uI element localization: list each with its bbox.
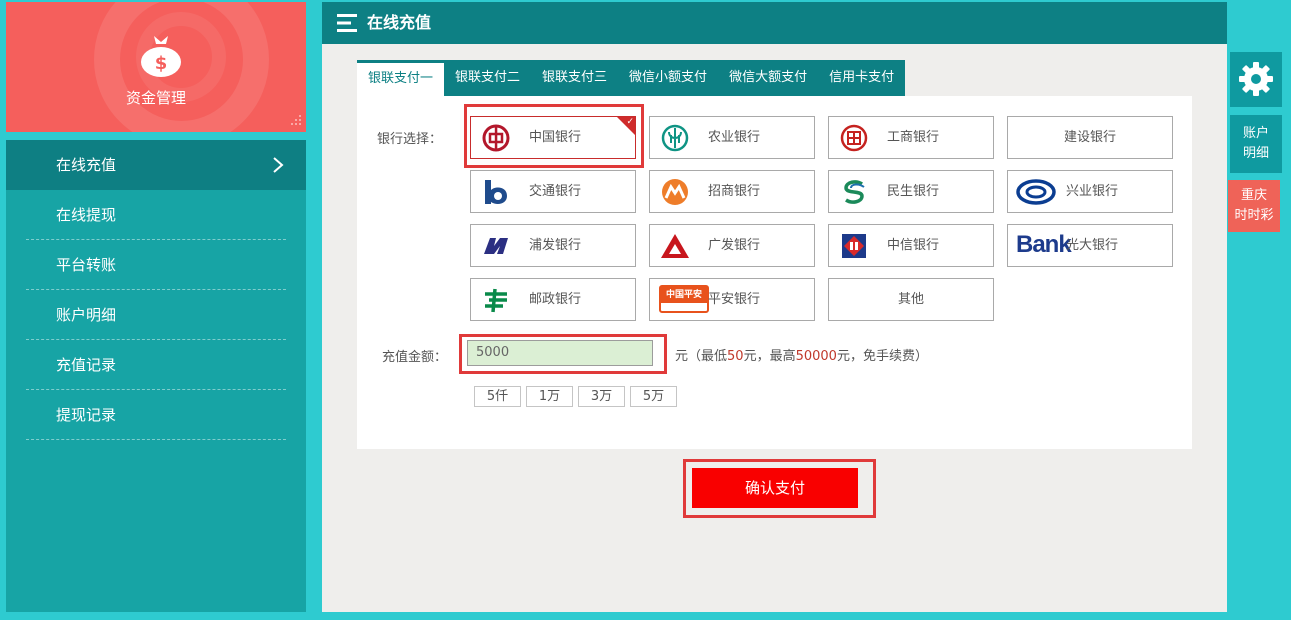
sidebar-item-label: 充值记录 [56,356,117,374]
chongqing-lottery-shortcut[interactable]: 重庆 时时彩 [1228,180,1280,232]
page-title: 在线充值 [367,13,432,32]
bank-option-bocom[interactable]: 交通银行 [470,170,636,213]
boc-icon [482,124,510,152]
bank-name: 广发银行 [708,238,761,253]
shortcut-label: 重庆 [1240,188,1267,203]
cib-icon [1016,179,1056,205]
bank-name: 邮政银行 [529,292,582,307]
bank-name: 建设银行 [1063,130,1116,145]
bank-name: 农业银行 [708,130,761,145]
sidebar-item-label: 平台转账 [56,256,117,274]
bank-option-cgb[interactable]: 广发银行 [649,224,815,267]
pingan-icon: 中国平安 [659,285,709,313]
bank-option-citic[interactable]: 中信银行 [828,224,994,267]
gear-icon [1239,62,1273,96]
money-bag-icon: $ [141,36,181,77]
pingan-logo-text: 中国平安 [661,287,707,303]
checkmark-icon: ✓ [626,117,634,127]
shortcut-label: 账户 [1242,126,1269,141]
bank-option-ccb[interactable]: 建设银行 [1007,116,1173,159]
quick-amount-5k[interactable]: 5仟 [474,386,521,407]
sidebar-item-transfer[interactable]: 平台转账 [6,240,306,290]
sidebar-item-label: 账户明细 [56,306,117,324]
bank-select-label: 银行选择： [377,132,443,147]
bank-option-other[interactable]: 其他 [828,278,994,321]
hint-text: 元，最高 [743,349,796,364]
sidebar-item-withdraw[interactable]: 在线提现 [6,190,306,240]
sidebar-item-account-detail[interactable]: 账户明细 [6,290,306,340]
bank-option-cmbc[interactable]: 民生银行 [828,170,994,213]
bank-option-abc[interactable]: 农业银行 [649,116,815,159]
main-panel: 在线充值 银联支付一 银联支付二 银联支付三 微信小额支付 微信大额支付 信用卡… [322,2,1227,612]
cmbc-icon [844,180,865,204]
bank-name: 民生银行 [887,184,940,199]
panel-header: 在线充值 [322,2,1227,44]
sidebar-item-online-recharge[interactable]: 在线充值 [6,140,306,190]
sidebar-item-label: 提现记录 [56,406,117,424]
bank-name: 中信银行 [887,238,940,253]
bank-name: 浦发银行 [529,238,582,253]
sidebar-item-label: 在线提现 [56,206,117,224]
shortcut-label: 时时彩 [1234,208,1274,223]
bank-name: 其他 [897,292,924,307]
tab-wechat-large[interactable]: 微信大额支付 [718,60,819,96]
icbc-icon [840,124,868,152]
payment-tabs: 银联支付一 银联支付二 银联支付三 微信小额支付 微信大额支付 信用卡支付 [357,60,906,96]
quick-amount-10k[interactable]: 1万 [526,386,573,407]
chevron-right-icon [273,157,284,173]
quick-amount-30k[interactable]: 3万 [578,386,625,407]
bank-name: 中国银行 [529,130,582,145]
brand-card: $ 资金管理 [6,2,306,132]
spdb-icon [484,238,508,254]
bank-option-icbc[interactable]: 工商银行 [828,116,994,159]
bank-name: 兴业银行 [1066,184,1119,199]
bank-name: 交通银行 [529,184,582,199]
tab-credit-card[interactable]: 信用卡支付 [818,60,906,96]
bank-option-pingan[interactable]: 中国平安 平安银行 [649,278,815,321]
abc-icon [661,124,689,152]
bank-option-boc[interactable]: 中国银行 ✓ [470,116,636,159]
cgb-icon [661,234,689,258]
bocom-icon [485,180,507,204]
sidebar-item-withdraw-records[interactable]: 提现记录 [6,390,306,440]
sidebar-menu: 在线充值 在线提现 平台转账 账户明细 充值记录 提现记录 [6,140,306,612]
divider [26,439,286,440]
bank-option-cmb[interactable]: 招商银行 [649,170,815,213]
menu-lines-icon [337,14,357,32]
tab-unionpay-2[interactable]: 银联支付二 [444,60,532,96]
sidebar-item-label: 在线充值 [56,156,117,174]
bank-option-ceb[interactable]: Bank 光大银行 [1007,224,1173,267]
quick-amount-50k[interactable]: 5万 [630,386,677,407]
settings-button[interactable] [1230,52,1282,107]
tab-unionpay-3[interactable]: 银联支付三 [531,60,619,96]
hint-text: 元，免手续费） [836,349,928,364]
bank-option-cib[interactable]: 兴业银行 [1007,170,1173,213]
bank-name: 工商银行 [887,130,940,145]
shortcut-label: 明细 [1242,146,1269,161]
sidebar-item-recharge-records[interactable]: 充值记录 [6,340,306,390]
cmb-icon [662,179,688,205]
account-detail-shortcut[interactable]: 账户 明细 [1230,115,1282,173]
amount-hint: 元（最低50元，最高50000元，免手续费） [675,345,928,364]
bank-name: 光大银行 [1066,238,1119,253]
psbc-icon [485,288,507,313]
confirm-pay-button[interactable]: 确认支付 [692,468,858,508]
citic-icon [842,234,866,258]
tab-content: 银行选择： 中国银行 ✓ 农业银行 工商银行 建设银行 交通银行 招商银行 民生… [357,96,1192,449]
bank-option-psbc[interactable]: 邮政银行 [470,278,636,321]
svg-text:$: $ [155,53,168,74]
ceb-logo-text: Bank [1016,231,1072,258]
tab-wechat-small[interactable]: 微信小额支付 [618,60,719,96]
resize-dots-icon [291,115,301,125]
hint-max: 50000 [795,349,837,364]
brand-title: 资金管理 [125,89,186,107]
hint-text: 元（最低 [675,349,728,364]
bank-name: 招商银行 [708,184,761,199]
hint-min: 50 [727,349,744,364]
bank-name: 平安银行 [708,292,761,307]
amount-input[interactable]: 5000 [467,340,653,366]
bank-option-spdb[interactable]: 浦发银行 [470,224,636,267]
amount-label: 充值金额： [382,350,448,365]
tab-unionpay-1[interactable]: 银联支付一 [357,60,445,96]
